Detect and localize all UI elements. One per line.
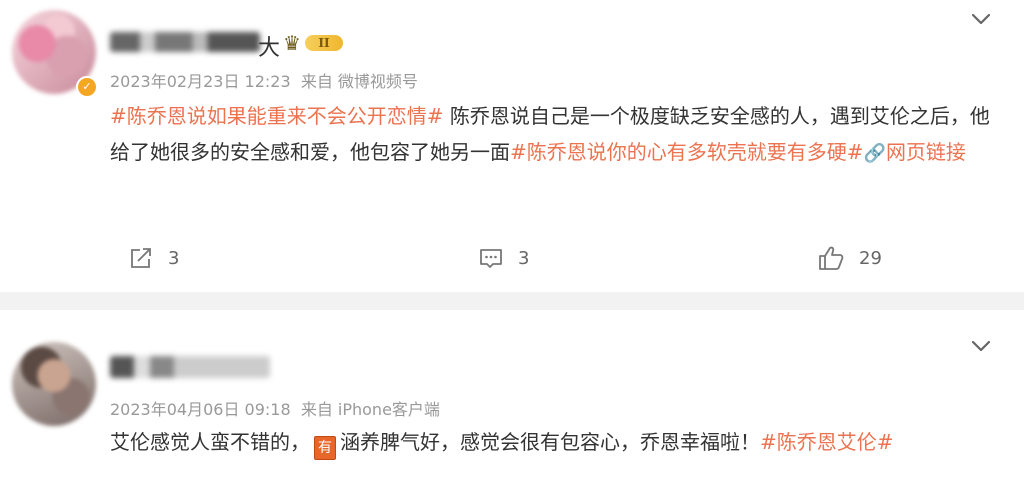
hashtag-link[interactable]: #陈乔恩说你的心有多软壳就要有多硬# (510, 140, 864, 164)
author-name-blurred[interactable] (110, 356, 270, 378)
crown-icon: ♛ (283, 31, 301, 55)
post-source: 来自 微博视频号 (300, 72, 418, 91)
like-count: 29 (859, 247, 882, 269)
hashtag-link[interactable]: #陈乔恩说如果能重来不会公开恋情# (110, 104, 444, 128)
author-name-blurred[interactable] (110, 32, 260, 52)
timestamp[interactable]: 2023年02月23日 12:23 (110, 72, 291, 91)
vip-badge[interactable]: ♛ II (283, 32, 345, 54)
thumbs-up-icon (819, 246, 844, 270)
share-count: 3 (168, 247, 180, 269)
hashtag-link[interactable]: #陈乔恩艾伦# (760, 430, 894, 454)
chevron-down-icon[interactable] (968, 6, 994, 32)
share-icon (131, 248, 151, 268)
share-button[interactable]: 3 (128, 244, 179, 272)
like-button[interactable]: 29 (817, 244, 882, 272)
post-separator (0, 292, 1024, 310)
link-icon[interactable]: 🔗 (864, 143, 886, 164)
comment-icon (480, 249, 502, 268)
post-text: 涵养脾气好，感觉会很有包容心，乔恩幸福啦！ (340, 430, 760, 454)
post-content: 艾伦感觉人蛮不错的，有涵养脾气好，感觉会很有包容心，乔恩幸福啦！#陈乔恩艾伦# (110, 424, 1000, 460)
timestamp[interactable]: 2023年04月06日 09:18 (110, 400, 291, 419)
post-source: 来自 iPhone客户端 (300, 400, 440, 419)
avatar[interactable] (12, 342, 96, 426)
post-content: #陈乔恩说如果能重来不会公开恋情# 陈乔恩说自己是一个极度缺乏安全感的人，遇到艾… (110, 98, 1000, 172)
you-emoji-icon: 有 (314, 436, 336, 460)
post-meta: 2023年02月23日 12:23 来自 微博视频号 (110, 68, 418, 92)
vip-level: II (305, 35, 343, 51)
chevron-down-icon[interactable] (968, 333, 994, 359)
post-meta: 2023年04月06日 09:18 来自 iPhone客户端 (110, 396, 440, 420)
comment-button[interactable]: 3 (478, 244, 529, 272)
post-text: 艾伦感觉人蛮不错的， (110, 430, 310, 454)
verified-badge-icon: ✓ (76, 76, 98, 98)
author-name-suffix[interactable]: 大 (258, 30, 280, 62)
comment-count: 3 (518, 247, 530, 269)
post-card-1: ✓ 大 ♛ II 2023年02月23日 12:23 来自 微博视频号 #陈乔恩… (0, 0, 1024, 292)
web-link[interactable]: 网页链接 (886, 140, 966, 164)
